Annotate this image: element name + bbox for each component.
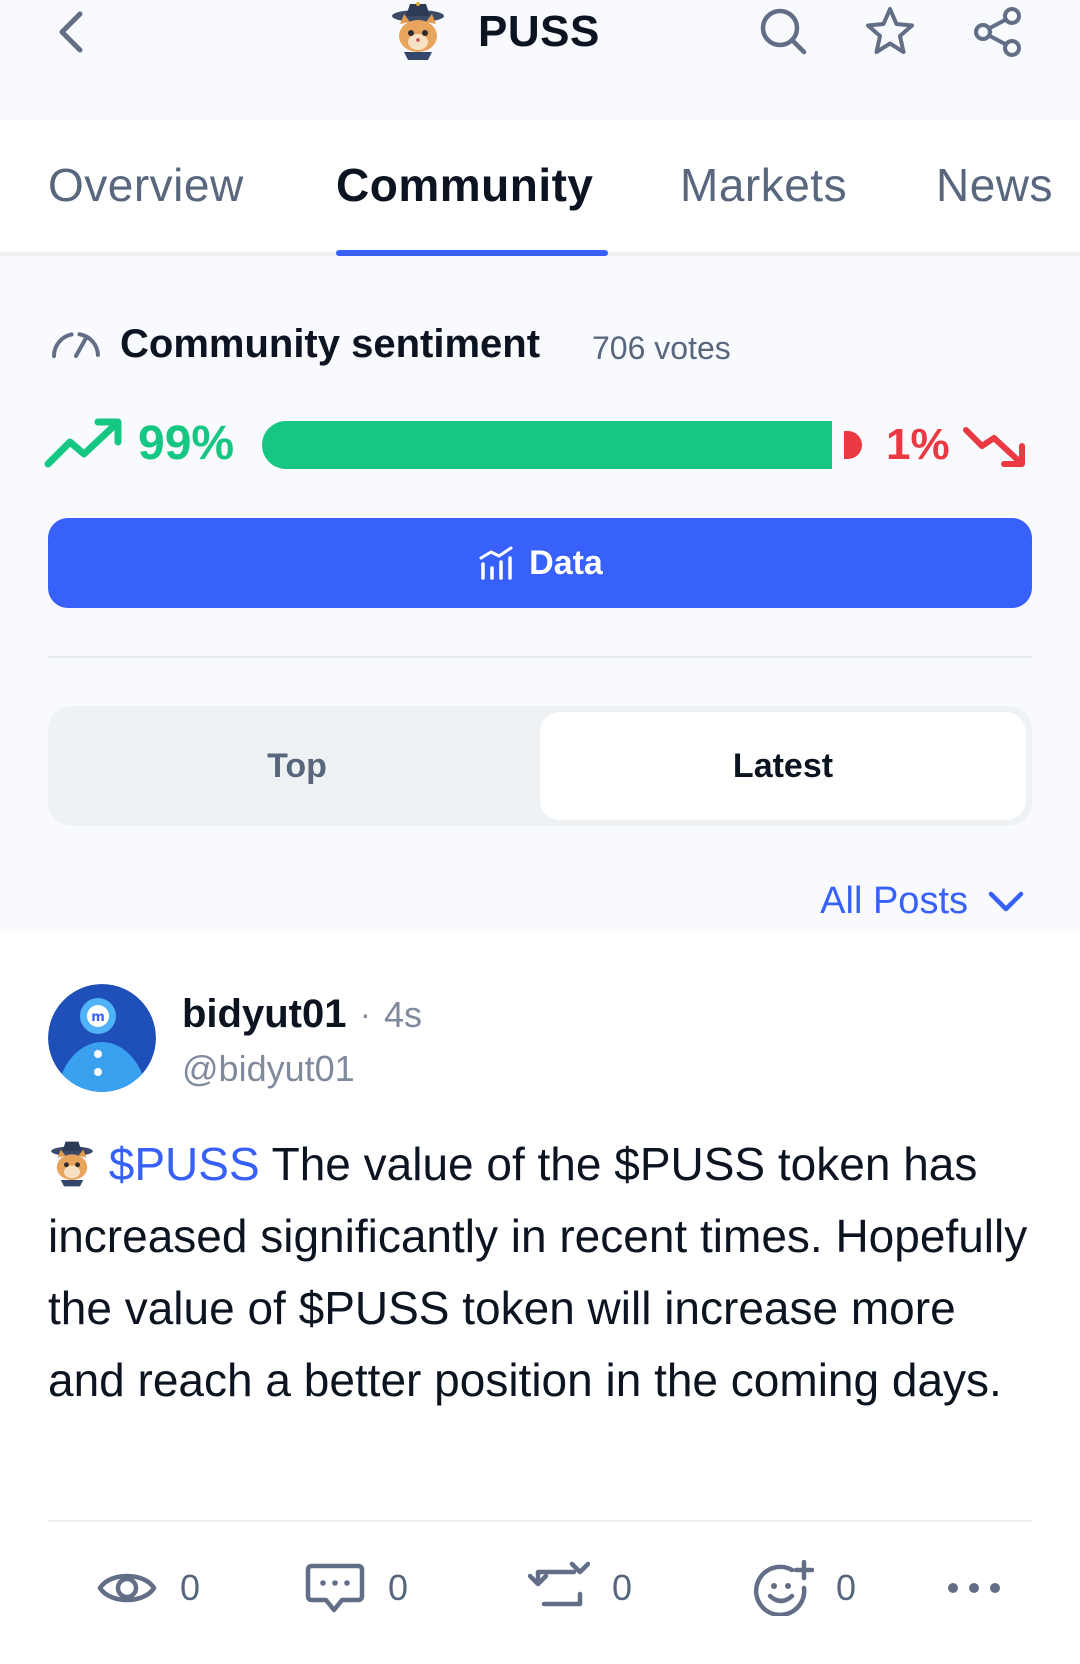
sentiment-bar — [262, 421, 864, 469]
all-posts-filter[interactable]: All Posts — [820, 880, 1024, 923]
gauge-icon — [52, 332, 100, 358]
separator-dot: · — [360, 996, 371, 1032]
back-icon[interactable] — [52, 8, 92, 56]
star-icon[interactable] — [862, 4, 918, 60]
data-button-label: Data — [529, 543, 603, 582]
reactions-count: 0 — [836, 1567, 857, 1608]
avatar[interactable]: m — [48, 984, 156, 1092]
post-handle[interactable]: @bidyut01 — [182, 1048, 355, 1090]
add-reaction-icon — [754, 1560, 814, 1616]
bullish-bar — [262, 421, 832, 469]
sort-top-option[interactable]: Top — [54, 712, 540, 820]
feed-sort-toggle: Top Latest — [48, 706, 1032, 826]
tab-community[interactable]: Community — [336, 158, 594, 212]
top-bar: PUSS — [0, 0, 1080, 120]
all-posts-label: All Posts — [820, 880, 968, 922]
coin-title: PUSS — [388, 0, 600, 64]
sentiment-title: Community sentiment — [120, 322, 541, 366]
bearish-bar — [844, 431, 862, 459]
post-body: $PUSS The value of the $PUSS token has i… — [48, 1128, 1038, 1416]
repost-action[interactable]: 0 — [528, 1560, 632, 1616]
puss-token-icon — [51, 1141, 93, 1187]
cashtag-link[interactable]: $PUSS — [109, 1138, 260, 1190]
bullish-percentage: 99% — [138, 417, 235, 470]
share-icon[interactable] — [970, 4, 1026, 60]
post-username[interactable]: bidyut01 — [182, 992, 346, 1037]
chart-icon — [479, 546, 513, 580]
coin-name: PUSS — [478, 7, 600, 56]
section-tabs: Overview Community Markets News — [0, 120, 1080, 256]
more-options-icon[interactable] — [946, 1580, 1002, 1596]
comments-count: 0 — [388, 1567, 409, 1608]
comment-icon — [305, 1563, 365, 1613]
community-sentiment-section: Community sentiment 706 votes 99% 1% Dat… — [0, 256, 1080, 932]
section-divider — [48, 656, 1032, 658]
repost-icon — [528, 1561, 590, 1607]
page: PUSS Overview Community Markets News Com — [0, 0, 1080, 1664]
chevron-down-icon — [988, 891, 1024, 911]
trending-up-icon — [44, 418, 122, 468]
svg-text:m: m — [91, 1010, 105, 1025]
post-divider — [48, 1520, 1032, 1522]
tab-overview[interactable]: Overview — [48, 158, 244, 212]
reposts-count: 0 — [612, 1567, 633, 1608]
trending-down-icon — [963, 427, 1025, 467]
sort-latest-option[interactable]: Latest — [540, 712, 1026, 820]
eye-icon — [97, 1573, 157, 1603]
votes-count: 706 votes — [592, 330, 731, 366]
data-button[interactable]: Data — [48, 518, 1032, 608]
reaction-action[interactable]: 0 — [752, 1560, 856, 1616]
puss-logo — [392, 2, 444, 60]
search-icon[interactable] — [756, 4, 812, 60]
post-card[interactable]: m bidyut01 · 4s @bidyut01 $PUSS The valu… — [0, 932, 1080, 1664]
views-action[interactable]: 0 — [96, 1560, 200, 1616]
bearish-percentage: 1% — [886, 420, 950, 469]
tab-markets[interactable]: Markets — [680, 158, 847, 212]
comment-action[interactable]: 0 — [304, 1560, 408, 1616]
post-time: 4s — [384, 994, 423, 1035]
views-count: 0 — [180, 1567, 201, 1608]
tab-news[interactable]: News — [936, 158, 1053, 212]
